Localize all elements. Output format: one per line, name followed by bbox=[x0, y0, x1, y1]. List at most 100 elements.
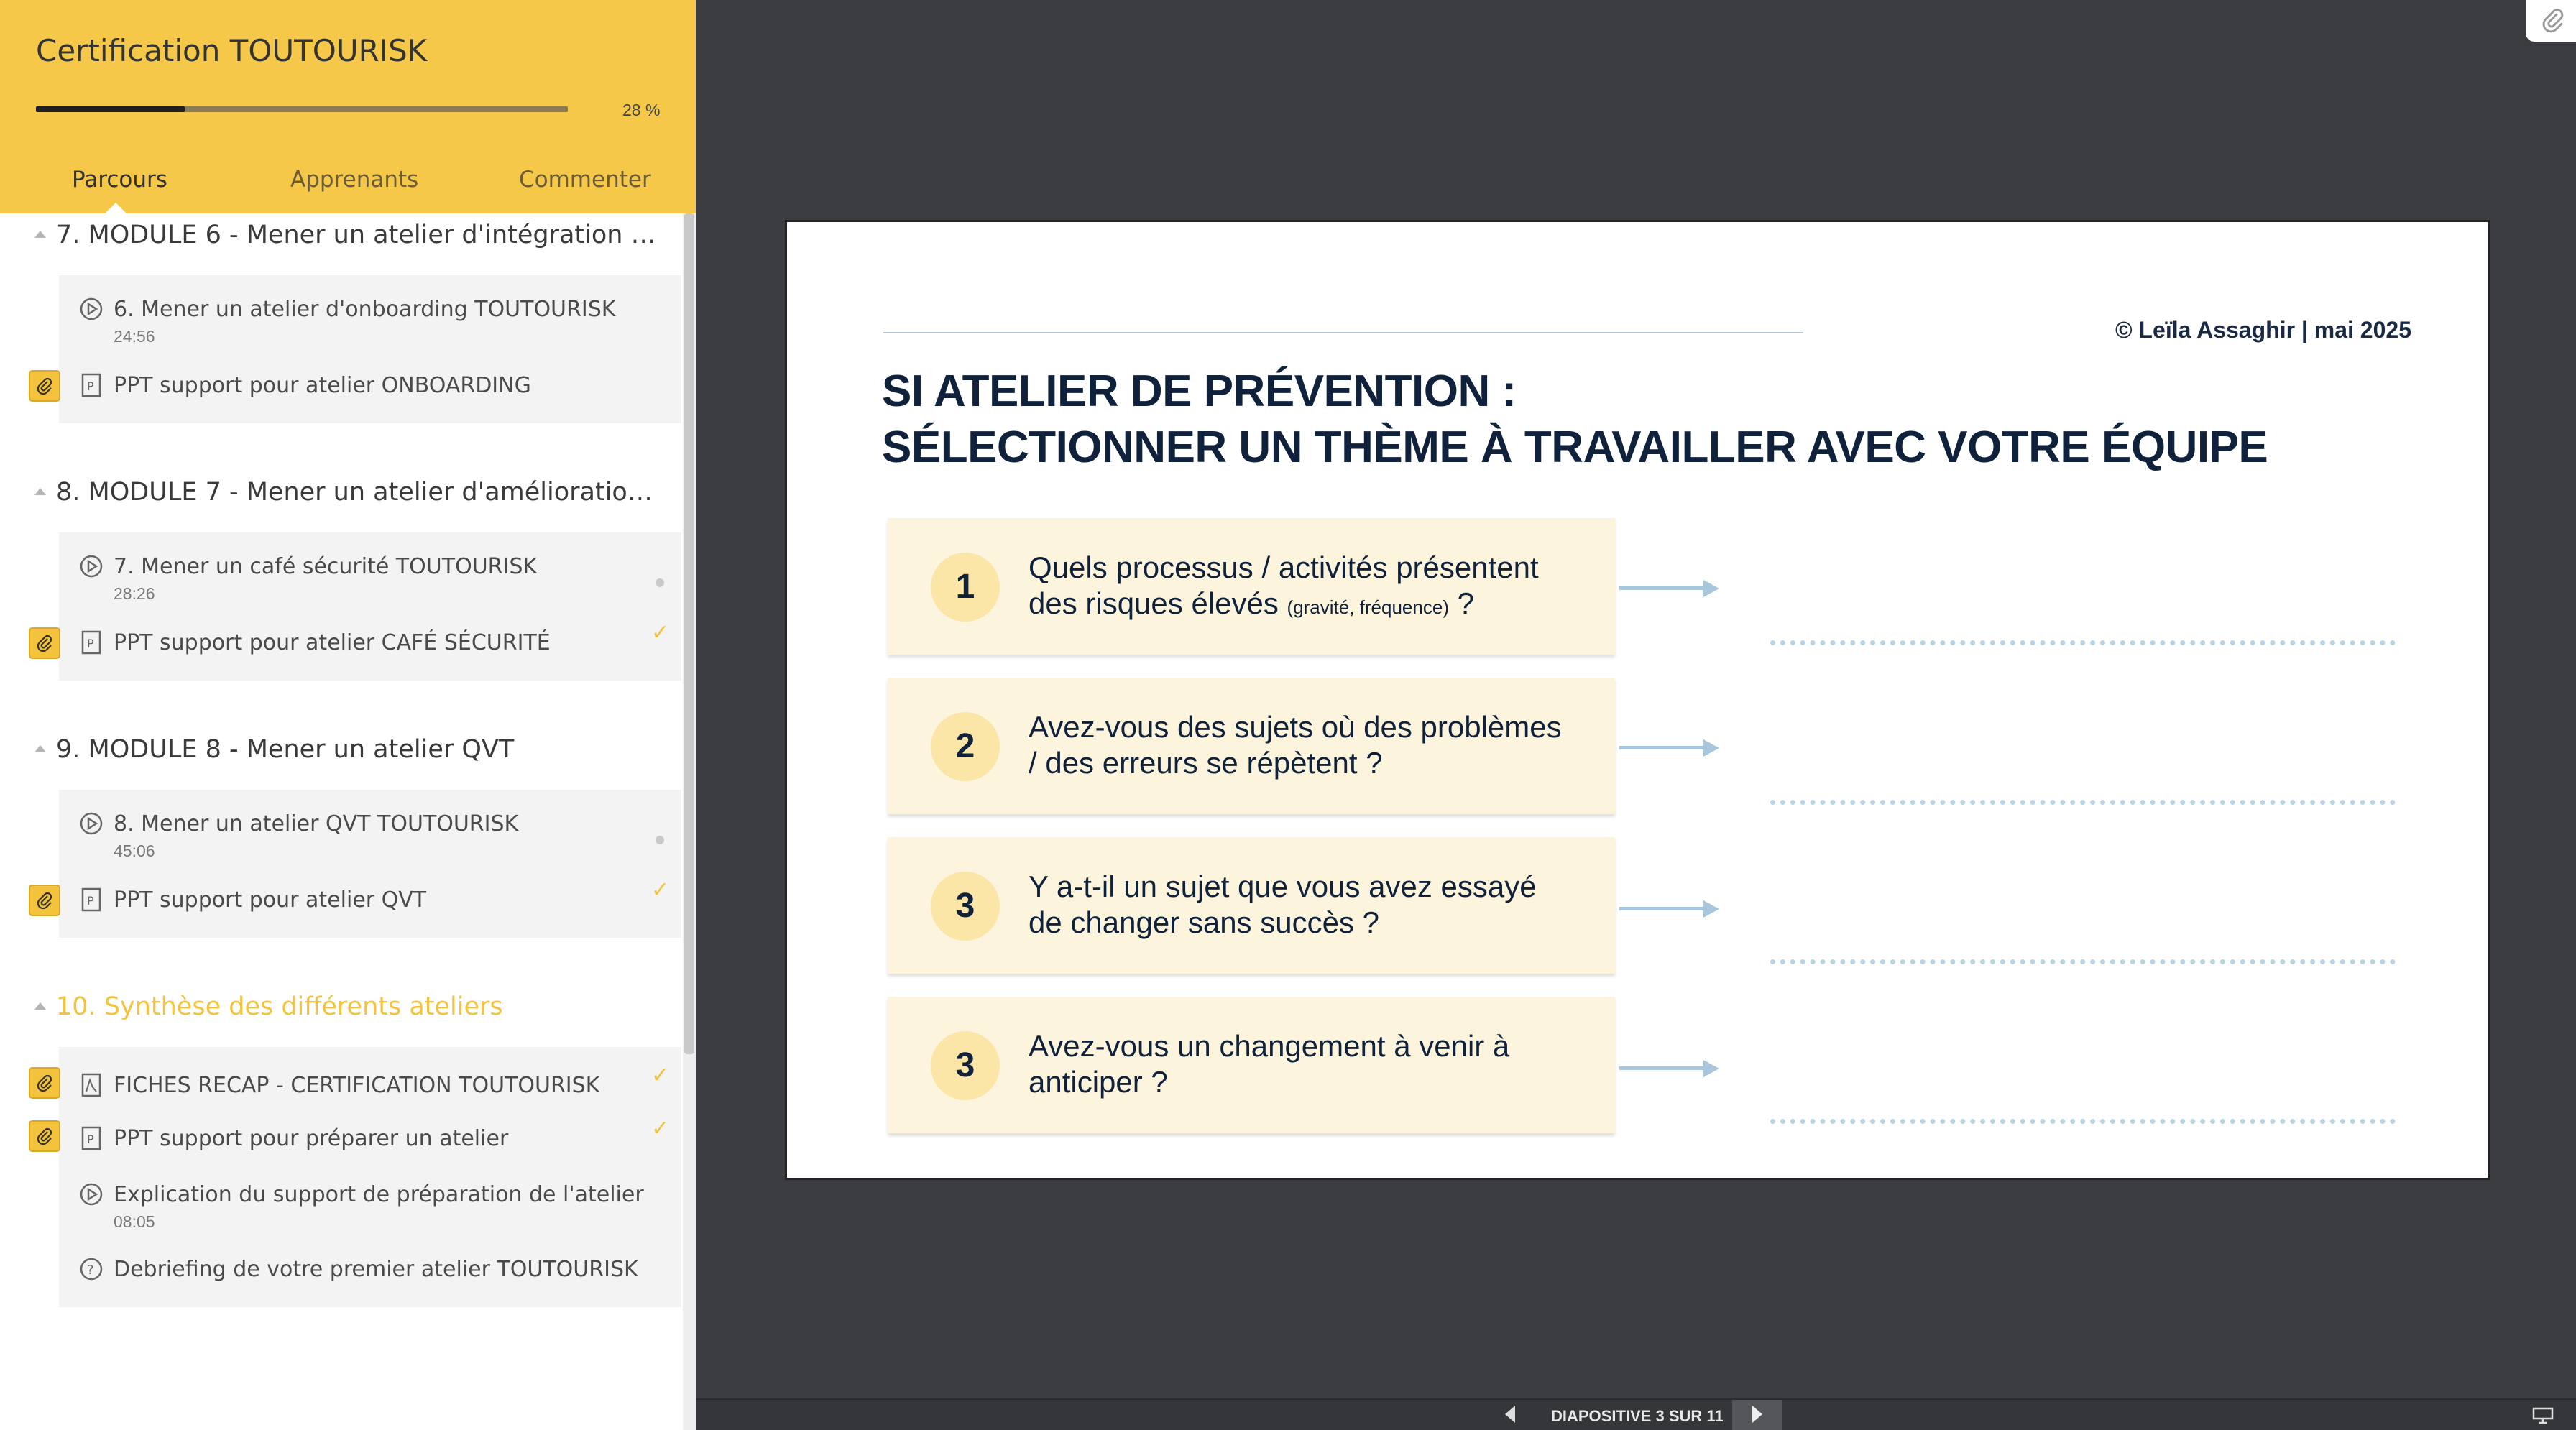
course-outline: 7. MODULE 6 - Mener un atelier d'intégra… bbox=[0, 213, 683, 1430]
lesson-group: 6. Mener un atelier d'onboarding TOUTOUR… bbox=[59, 275, 681, 423]
slide-heading-line1: SI ATELIER DE PRÉVENTION : bbox=[882, 366, 1517, 416]
tab-commenter[interactable]: Commenter bbox=[519, 167, 651, 193]
sidebar-tabs: Parcours Apprenants Commenter bbox=[0, 167, 696, 203]
presentation-mode-icon[interactable] bbox=[2532, 1407, 2554, 1424]
status-dot bbox=[656, 836, 664, 844]
next-slide-button[interactable] bbox=[1732, 1400, 1782, 1430]
lesson-title: 6. Mener un atelier d'onboarding TOUTOUR… bbox=[114, 297, 616, 322]
answer-line bbox=[1770, 959, 2396, 964]
paperclip-icon bbox=[2542, 9, 2564, 33]
sidebar-scroll-thumb[interactable] bbox=[684, 213, 694, 1054]
svg-text:P: P bbox=[87, 637, 94, 650]
lesson-title: Explication du support de préparation de… bbox=[114, 1182, 644, 1207]
question-number: 1 bbox=[931, 553, 1000, 622]
question-card: 3 Y a-t-il un sujet que vous avez essayé… bbox=[888, 837, 1615, 974]
completed-check-icon: ✓ bbox=[651, 878, 670, 902]
lesson-title: 7. Mener un café sécurité TOUTOURISK bbox=[114, 554, 538, 579]
slide-navigation-bar: DIAPOSITIVE 3 SUR 11 bbox=[696, 1398, 2576, 1430]
collapse-caret-icon[interactable] bbox=[34, 231, 46, 238]
presentation-slide: © Leïla Assaghir | mai 2025 SI ATELIER D… bbox=[785, 220, 2490, 1180]
arrow-connector bbox=[1619, 586, 1706, 590]
presentation-file-icon: P bbox=[81, 630, 101, 655]
lesson-duration: 24:56 bbox=[114, 327, 155, 346]
presentation-file-icon: P bbox=[81, 373, 101, 397]
arrow-head bbox=[1703, 739, 1719, 757]
collapse-caret-icon[interactable] bbox=[34, 745, 46, 752]
lesson-title: FICHES RECAP - CERTIFICATION TOUTOURISK bbox=[114, 1073, 600, 1098]
lesson-title: PPT support pour atelier QVT bbox=[114, 887, 427, 913]
play-circle-icon bbox=[80, 297, 103, 320]
answer-line bbox=[1770, 800, 2396, 805]
svg-text:P: P bbox=[87, 379, 94, 393]
lesson-title: PPT support pour atelier CAFÉ SÉCURITÉ bbox=[114, 630, 551, 655]
paperclip-icon[interactable] bbox=[29, 627, 60, 659]
arrow-connector bbox=[1619, 907, 1706, 910]
question-line: des risques élevés (gravité, fréquence) … bbox=[1029, 586, 1475, 620]
slide-copyright: © Leïla Assaghir | mai 2025 bbox=[2115, 317, 2411, 343]
answer-line bbox=[1770, 640, 2396, 645]
paperclip-icon[interactable] bbox=[29, 370, 60, 402]
lesson-title: PPT support pour atelier ONBOARDING bbox=[114, 373, 531, 398]
next-slide-icon bbox=[1752, 1406, 1762, 1423]
status-dot bbox=[656, 578, 664, 587]
lesson-group: 7. Mener un café sécurité TOUTOURISK 28:… bbox=[59, 532, 681, 681]
play-circle-icon bbox=[80, 555, 103, 578]
collapse-caret-icon[interactable] bbox=[34, 1002, 46, 1010]
question-line: Quels processus / activités présentent bbox=[1029, 550, 1539, 584]
paperclip-icon[interactable] bbox=[29, 885, 60, 916]
prev-slide-icon[interactable] bbox=[1505, 1406, 1515, 1423]
lesson-title: PPT support pour préparer un atelier bbox=[114, 1126, 509, 1151]
question-number: 3 bbox=[931, 1031, 1000, 1100]
slide-heading-line2: SÉLECTIONNER UN THÈME À TRAVAILLER AVEC … bbox=[882, 423, 2268, 472]
pdf-file-icon bbox=[81, 1073, 101, 1097]
module-title[interactable]: 7. MODULE 6 - Mener un atelier d'intégra… bbox=[56, 221, 660, 249]
svg-text:?: ? bbox=[87, 1263, 94, 1278]
course-title: Certification TOUTOURISK bbox=[36, 33, 428, 68]
completed-check-icon: ✓ bbox=[651, 1064, 670, 1087]
question-number: 2 bbox=[931, 712, 1000, 781]
lesson-duration: 45:06 bbox=[114, 841, 155, 860]
sidebar-header: Certification TOUTOURISK 28 % Parcours A… bbox=[0, 0, 696, 213]
module-title[interactable]: 8. MODULE 7 - Mener un atelier d'amélior… bbox=[56, 478, 660, 507]
module-title[interactable]: 9. MODULE 8 - Mener un atelier QVT bbox=[56, 735, 660, 764]
active-tab-caret bbox=[105, 203, 126, 213]
question-line: Avez-vous un changement à venir à bbox=[1029, 1029, 1510, 1063]
course-progress-label: 28 % bbox=[622, 101, 661, 119]
course-progress-bar bbox=[36, 106, 568, 112]
answer-line bbox=[1770, 1119, 2396, 1124]
question-text: Y a-t-il un sujet que vous avez essayé d… bbox=[1029, 869, 1604, 941]
lesson-group: 8. Mener un atelier QVT TOUTOURISK 45:06… bbox=[59, 790, 681, 938]
lesson-duration: 08:05 bbox=[114, 1212, 155, 1231]
paperclip-icon[interactable] bbox=[29, 1120, 60, 1152]
question-card: 3 Avez-vous un changement à venir à anti… bbox=[888, 997, 1615, 1133]
paperclip-icon[interactable] bbox=[29, 1067, 60, 1099]
module-title-current[interactable]: 10. Synthèse des différents ateliers bbox=[56, 992, 660, 1021]
question-line: anticiper ? bbox=[1029, 1065, 1168, 1099]
slide-divider bbox=[883, 332, 1803, 333]
attachment-toggle-button[interactable] bbox=[2526, 0, 2576, 42]
slide-counter: DIAPOSITIVE 3 SUR 11 bbox=[1551, 1407, 1724, 1425]
question-card: 1 Quels processus / activités présentent… bbox=[888, 518, 1615, 655]
svg-text:P: P bbox=[87, 1133, 94, 1146]
question-line: de changer sans succès ? bbox=[1029, 905, 1379, 939]
play-circle-icon bbox=[80, 1183, 103, 1206]
question-text: Avez-vous des sujets où des problèmes / … bbox=[1029, 709, 1604, 781]
question-number: 3 bbox=[931, 872, 1000, 941]
collapse-caret-icon[interactable] bbox=[34, 488, 46, 495]
question-line: / des erreurs se répètent ? bbox=[1029, 746, 1383, 780]
presentation-file-icon: P bbox=[81, 1126, 101, 1150]
presentation-file-icon: P bbox=[81, 887, 101, 912]
play-circle-icon bbox=[80, 812, 103, 835]
question-line: Avez-vous des sujets où des problèmes bbox=[1029, 710, 1562, 744]
course-sidebar: Certification TOUTOURISK 28 % Parcours A… bbox=[0, 0, 696, 1430]
arrow-connector bbox=[1619, 1066, 1706, 1070]
completed-check-icon: ✓ bbox=[651, 621, 670, 645]
completed-check-icon: ✓ bbox=[651, 1117, 670, 1140]
tab-apprenants[interactable]: Apprenants bbox=[290, 167, 418, 193]
svg-text:P: P bbox=[87, 894, 94, 908]
tab-parcours[interactable]: Parcours bbox=[72, 167, 167, 193]
lesson-title: 8. Mener un atelier QVT TOUTOURISK bbox=[114, 811, 519, 836]
question-text: Avez-vous un changement à venir à antici… bbox=[1029, 1028, 1604, 1100]
lesson-title: Debriefing de votre premier atelier TOUT… bbox=[114, 1257, 638, 1282]
question-text: Quels processus / activités présentent d… bbox=[1029, 550, 1604, 625]
